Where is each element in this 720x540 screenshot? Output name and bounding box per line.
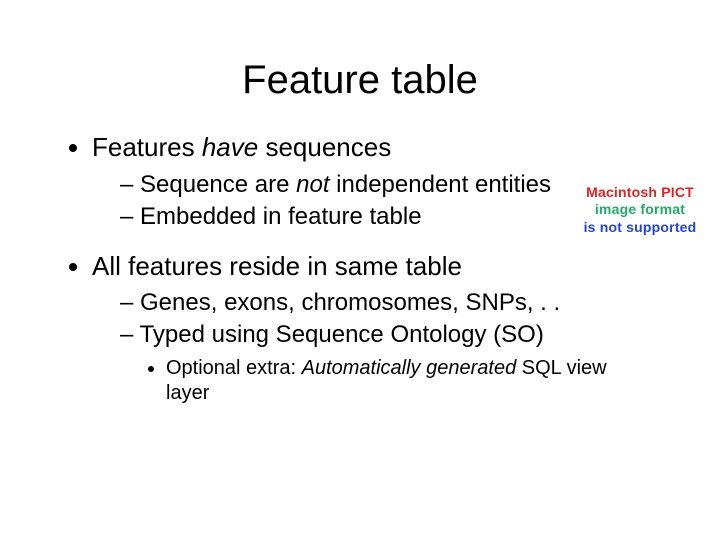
text: Optional extra: <box>166 357 302 379</box>
placeholder-line: Macintosh PICT <box>586 184 694 202</box>
bullet-list-level1: Features have sequences Sequence are not… <box>58 131 662 426</box>
bullet-list-level3: Optional extra: Automatically generated … <box>120 356 662 408</box>
text: Features <box>92 132 202 162</box>
text: sequences <box>258 132 391 162</box>
placeholder-line: is not supported <box>584 219 697 237</box>
text: Genes, exons, chromosomes, SNPs, . . <box>140 289 560 316</box>
text-emph: Automatically generated <box>302 357 517 379</box>
missing-image-placeholder: Macintosh PICT image format is not suppo… <box>576 162 704 258</box>
text: Sequence are <box>140 171 296 198</box>
bullet-all-features-same-table: All features reside in same table Genes,… <box>92 250 662 427</box>
slide: Feature table Features have sequences Se… <box>0 0 720 540</box>
slide-title: Feature table <box>0 0 720 131</box>
text: Typed using Sequence Ontology (SO) <box>140 321 544 348</box>
placeholder-line: image format <box>595 201 685 219</box>
bullet-optional-sql-view: Optional extra: Automatically generated … <box>166 356 662 408</box>
text: independent entities <box>330 171 552 198</box>
text: All features reside in same table <box>92 251 462 281</box>
text-emph: have <box>202 132 258 162</box>
text: Embedded in feature table <box>140 203 422 230</box>
bullet-genes-exons: Genes, exons, chromosomes, SNPs, . . <box>120 288 662 320</box>
text-emph: not <box>296 171 329 198</box>
bullet-list-level2: Genes, exons, chromosomes, SNPs, . . Typ… <box>92 288 662 410</box>
bullet-typed-so: Typed using Sequence Ontology (SO) Optio… <box>120 320 662 410</box>
